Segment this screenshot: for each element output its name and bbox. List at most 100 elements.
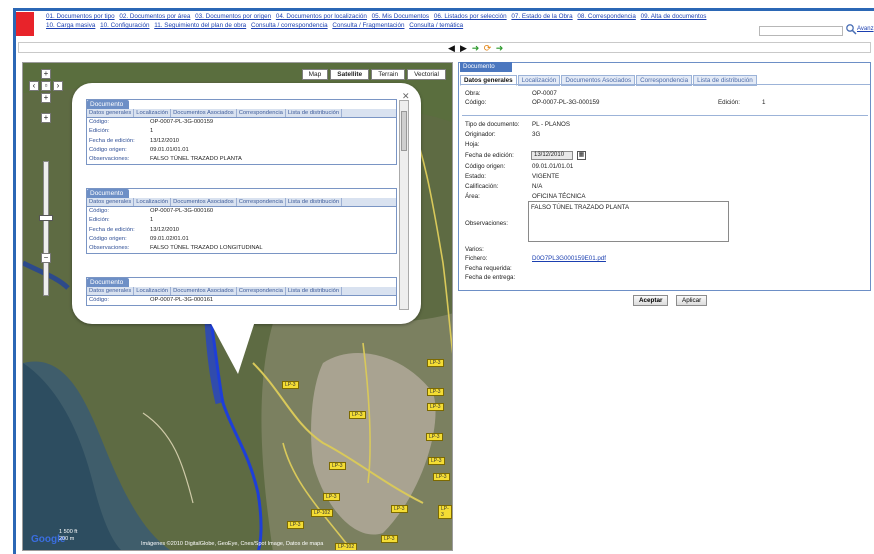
field-label: Código origen: bbox=[89, 146, 127, 153]
document-detail-panel bbox=[458, 62, 871, 291]
nav-link-alta-documentos[interactable]: 09. Alta de documentos bbox=[641, 13, 707, 20]
nav-link-listados[interactable]: 06. Listados por selección bbox=[434, 13, 507, 20]
road-label: LP-102 bbox=[335, 543, 358, 550]
tab-documentos-asociados[interactable]: Documentos Asociados bbox=[171, 198, 237, 206]
zoom-out-button[interactable]: − bbox=[41, 253, 51, 263]
pan-up-icon[interactable]: + bbox=[41, 69, 51, 79]
nav-link-documentos-area[interactable]: 02. Documentos por área bbox=[119, 13, 190, 20]
road-label: LP-102 bbox=[311, 509, 334, 517]
field-label: Código origen: bbox=[89, 235, 127, 242]
observaciones-label: Observaciones: bbox=[465, 220, 508, 227]
nav-link-documentos-localizacion[interactable]: 04. Documentos por localización bbox=[276, 13, 367, 20]
tab-localizacion[interactable]: Localización bbox=[134, 109, 172, 117]
card-row: Edición: 1 bbox=[87, 127, 396, 136]
observaciones-textarea[interactable]: FALSO TÚNEL TRAZADO PLANTA bbox=[528, 201, 729, 242]
forward-arrow-icon[interactable]: ➜ bbox=[495, 44, 504, 53]
map-copyright: Imágenes ©2010 DigitalGlobe, GeoEye, Cne… bbox=[141, 541, 324, 547]
map-type-map-button[interactable]: Map bbox=[301, 69, 329, 80]
codigo-label: Código: bbox=[465, 99, 487, 106]
fecha-entrega-label: Fecha de entrega: bbox=[465, 274, 516, 281]
apply-button[interactable]: Aplicar bbox=[676, 295, 708, 306]
tab-documentos-asociados[interactable]: Documentos Asociados bbox=[171, 287, 237, 295]
field-value: OP-0007-PL-3G-000160 bbox=[150, 208, 214, 214]
tipo-value: PL - PLANOS bbox=[532, 121, 570, 128]
tab-lista-distribucion[interactable]: Lista de distribución bbox=[286, 109, 343, 117]
tab-datos-generales[interactable]: Datos generales bbox=[87, 109, 135, 117]
card-row: Edición: 1 bbox=[87, 216, 396, 225]
tab-localizacion[interactable]: Localización bbox=[134, 198, 172, 206]
tab-datos-generales[interactable]: Datos generales bbox=[87, 287, 135, 295]
fichero-label: Fichero: bbox=[465, 255, 488, 262]
road-label: LP-3 bbox=[428, 457, 445, 465]
fecha-edicion-label: Fecha de edición: bbox=[465, 152, 514, 159]
road-label: LP-3 bbox=[426, 433, 443, 441]
tab-correspondencia[interactable]: Correspondencia bbox=[237, 198, 286, 206]
fecha-edicion-field[interactable]: 13/12/2010 bbox=[531, 151, 573, 160]
map-type-selector: Map Satellite Terrain Vectorial bbox=[301, 69, 446, 80]
nav-link-consulta-correspondencia[interactable]: Consulta / correspondencia bbox=[251, 22, 328, 29]
codigo-origen-label: Código origen: bbox=[465, 163, 506, 170]
nav-link-documentos-origen[interactable]: 03. Documentos por origen bbox=[195, 13, 271, 20]
zoom-slider-thumb[interactable] bbox=[39, 215, 53, 221]
panel-tab-divider bbox=[460, 84, 870, 85]
field-label: Código: bbox=[89, 119, 109, 125]
fichero-link[interactable]: D0O7PL3G000159E01.pdf bbox=[532, 255, 606, 262]
field-label: Código: bbox=[89, 208, 109, 214]
tab-localizacion[interactable]: Localización bbox=[134, 287, 172, 295]
calendar-icon[interactable]: ▦ bbox=[577, 151, 586, 160]
road-label: LP-3 bbox=[381, 535, 398, 543]
tab-lista-distribucion[interactable]: Lista de distribución bbox=[286, 287, 343, 295]
card-title: Documento bbox=[87, 100, 129, 109]
field-label: Edición: bbox=[89, 128, 110, 135]
nav-link-configuracion[interactable]: 10. Configuración bbox=[100, 22, 149, 29]
pan-down-icon[interactable]: + bbox=[41, 93, 51, 103]
card-title: Documento bbox=[87, 278, 129, 287]
card-row: Código origen: 09.01.01/01.01 bbox=[87, 146, 396, 155]
tab-datos-generales[interactable]: Datos generales bbox=[87, 198, 135, 206]
fecha-requerida-label: Fecha requerida: bbox=[465, 265, 512, 272]
accept-button[interactable]: Aceptar bbox=[633, 295, 669, 306]
balloon-scrollbar[interactable] bbox=[399, 100, 409, 310]
search-input[interactable] bbox=[759, 26, 843, 36]
scale-ft: 1 500 ft bbox=[59, 529, 78, 535]
tab-documentos-asociados[interactable]: Documentos Asociados bbox=[171, 109, 237, 117]
pan-left-icon[interactable]: ‹ bbox=[29, 81, 39, 91]
tab-correspondencia[interactable]: Correspondencia bbox=[237, 287, 286, 295]
back-arrow-icon[interactable]: ➜ bbox=[471, 44, 480, 53]
nav-link-seguimiento[interactable]: 11. Seguimiento del plan de obra bbox=[154, 22, 246, 29]
balloon-scroll-thumb[interactable] bbox=[401, 111, 407, 151]
nav-link-documentos-tipo[interactable]: 01. Documentos por tipo bbox=[46, 13, 115, 20]
pan-center-icon[interactable]: ▫ bbox=[41, 81, 51, 91]
card-row: Código: OP-0007-PL-3G-000161 bbox=[87, 296, 396, 305]
obra-label: Obra: bbox=[465, 90, 481, 97]
card-row: Fecha de edición: 13/12/2010 bbox=[87, 137, 396, 146]
nav-link-consulta-fragmentacion[interactable]: Consulta / Fragmentación bbox=[332, 22, 404, 29]
estado-label: Estado: bbox=[465, 173, 486, 180]
tab-correspondencia[interactable]: Correspondencia bbox=[237, 109, 286, 117]
nav-link-correspondencia[interactable]: 08. Correspondencia bbox=[577, 13, 635, 20]
collapse-left-icon[interactable]: ◀ bbox=[447, 44, 456, 53]
map-type-terrain-button[interactable]: Terrain bbox=[371, 69, 406, 80]
nav-link-mis-documentos[interactable]: 05. Mis Documentos bbox=[372, 13, 429, 20]
nav-link-consulta-tematica[interactable]: Consulta / temática bbox=[409, 22, 463, 29]
codigo-origen-value: 09.01.01/01.01 bbox=[532, 163, 574, 170]
codigo-value: OP-0007-PL-3G-000159 bbox=[532, 99, 600, 106]
advanced-search-link[interactable]: Avanz bbox=[857, 26, 874, 32]
collapse-right-icon[interactable]: ▶ bbox=[459, 44, 468, 53]
refresh-icon[interactable]: ⟳ bbox=[483, 44, 492, 53]
zoom-in-button[interactable]: + bbox=[41, 113, 51, 123]
nav-link-estado-obra[interactable]: 07. Estado de la Obra bbox=[511, 13, 572, 20]
map-type-vectorial-button[interactable]: Vectorial bbox=[407, 69, 446, 80]
search-icon[interactable] bbox=[845, 23, 857, 35]
tab-lista-distribucion[interactable]: Lista de distribución bbox=[286, 198, 343, 206]
pan-right-icon[interactable]: › bbox=[53, 81, 63, 91]
field-value: 09.01.01/01.01 bbox=[150, 146, 189, 153]
originador-label: Originador: bbox=[465, 131, 496, 138]
estado-value: VIGENTE bbox=[532, 173, 560, 180]
zoom-slider-track[interactable] bbox=[43, 161, 49, 296]
field-value: 13/12/2010 bbox=[150, 226, 180, 233]
map-type-satellite-button[interactable]: Satellite bbox=[330, 69, 370, 80]
hoja-label: Hoja: bbox=[465, 141, 480, 148]
toolbar: ◀ ▶ ➜ ⟳ ➜ bbox=[447, 44, 504, 53]
nav-link-carga-masiva[interactable]: 10. Carga masiva bbox=[46, 22, 95, 29]
